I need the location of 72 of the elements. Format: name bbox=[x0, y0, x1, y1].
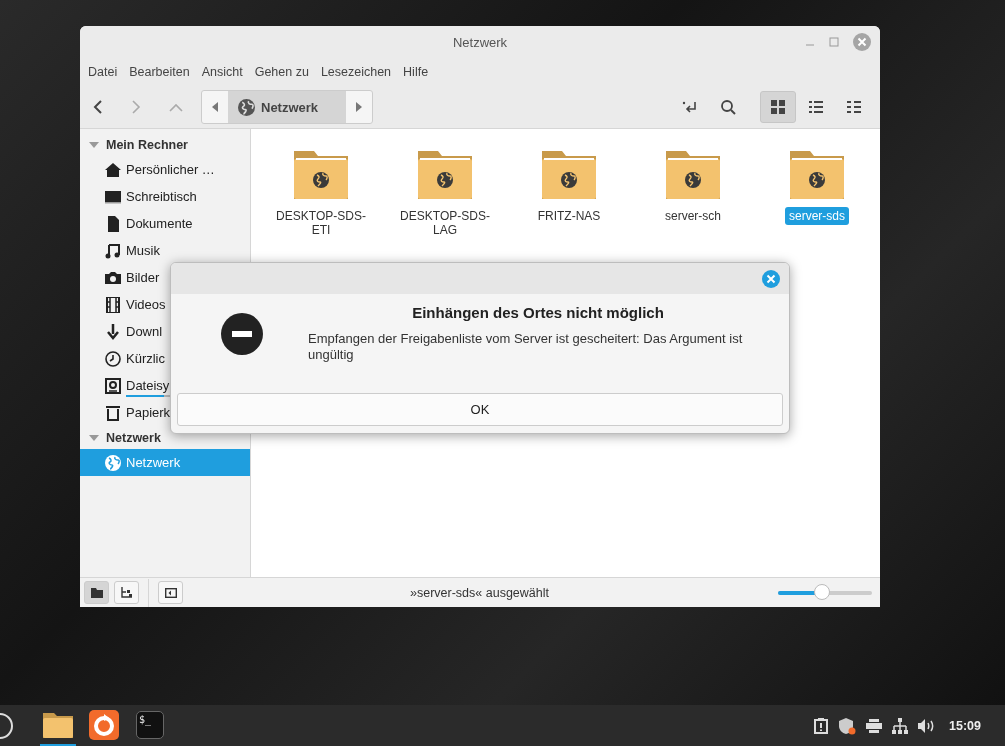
toggle-sidebar-button[interactable] bbox=[158, 581, 183, 604]
zoom-slider[interactable] bbox=[776, 583, 874, 602]
browser-icon bbox=[89, 709, 119, 740]
sidebar-mode-button[interactable] bbox=[84, 581, 109, 604]
down-arrow-icon bbox=[105, 323, 121, 340]
taskbar-app[interactable]: $_ bbox=[132, 705, 168, 746]
sidebar-item[interactable]: Videos bbox=[80, 291, 250, 318]
house-icon bbox=[105, 161, 121, 178]
list-icon bbox=[809, 100, 823, 114]
clock-icon bbox=[105, 350, 121, 367]
desktop-icon bbox=[105, 188, 121, 205]
music-icon bbox=[105, 242, 121, 259]
dialog-message: Empfangen der Freigabenliste vom Server ist gescheitert: Das Argument ist ungültig bbox=[308, 331, 744, 363]
grid-icon bbox=[771, 100, 785, 114]
sidebar-item[interactable]: Persönlicher … bbox=[80, 156, 250, 183]
folder-icon bbox=[43, 711, 73, 738]
status-text: »server-sds« ausgewählt bbox=[409, 585, 550, 600]
menu-item[interactable]: Gehen zu bbox=[248, 65, 315, 79]
error-icon bbox=[221, 313, 263, 355]
file-name[interactable]: DESKTOP-SDS-LAG bbox=[389, 207, 501, 239]
network-folder-icon[interactable] bbox=[292, 149, 350, 201]
collapse-triangle-icon[interactable] bbox=[89, 139, 99, 150]
printer-icon[interactable] bbox=[866, 718, 882, 733]
network-folder-icon[interactable] bbox=[540, 149, 598, 201]
tree-icon bbox=[120, 587, 133, 598]
section-heading: Mein Rechner bbox=[106, 137, 188, 152]
path-button[interactable]: Netzwerk bbox=[228, 91, 347, 123]
ok-button[interactable]: OK bbox=[177, 393, 783, 426]
sidebar-item[interactable]: Downl bbox=[80, 318, 250, 345]
shield-icon[interactable] bbox=[838, 716, 856, 735]
clock[interactable]: 15:09 bbox=[949, 718, 981, 733]
toggle-location-icon[interactable] bbox=[682, 99, 698, 115]
network-folder-icon[interactable] bbox=[788, 149, 846, 201]
trash-icon bbox=[105, 404, 121, 421]
folder-icon bbox=[90, 587, 103, 598]
globe-icon bbox=[105, 454, 121, 471]
terminal-icon: $_ bbox=[136, 710, 164, 739]
menu-item[interactable]: Hilfe bbox=[397, 65, 435, 79]
film-icon bbox=[105, 296, 121, 313]
sidebar-item[interactable]: Musik bbox=[80, 237, 250, 264]
network-folder-icon[interactable] bbox=[664, 149, 722, 201]
menu-item[interactable]: Datei bbox=[82, 65, 124, 79]
file-name[interactable]: FRITZ-NAS bbox=[533, 207, 605, 225]
menu-item[interactable]: Ansicht bbox=[195, 65, 249, 79]
sidebar-item[interactable]: Kürzlic bbox=[80, 345, 250, 372]
globe-icon bbox=[238, 98, 255, 116]
network-icon[interactable] bbox=[892, 717, 908, 734]
compact-list-icon bbox=[847, 101, 861, 113]
close-icon[interactable] bbox=[762, 269, 780, 288]
file-name[interactable]: server-sch bbox=[661, 207, 725, 225]
sidebar-panel-icon bbox=[164, 587, 177, 598]
sidebar-mode-button[interactable] bbox=[114, 581, 139, 604]
sidebar-item[interactable]: Schreibtisch bbox=[80, 183, 250, 210]
search-icon[interactable] bbox=[720, 99, 736, 115]
clipboard-icon[interactable] bbox=[814, 717, 828, 734]
volume-icon[interactable] bbox=[918, 718, 935, 733]
network-folder-icon[interactable] bbox=[416, 149, 474, 201]
camera-icon bbox=[105, 269, 121, 286]
view-button[interactable] bbox=[760, 91, 796, 123]
drive-icon bbox=[105, 377, 121, 394]
collapse-triangle-icon[interactable] bbox=[89, 432, 99, 443]
menu-icon[interactable] bbox=[0, 710, 16, 741]
menu-item[interactable]: Bearbeiten bbox=[123, 65, 196, 79]
menu-item[interactable]: Lesezeichen bbox=[314, 65, 398, 79]
sidebar-item[interactable]: Dokumente bbox=[80, 210, 250, 237]
section-heading: Netzwerk bbox=[106, 430, 161, 445]
dialog-title: Einhängen des Ortes nicht möglich bbox=[411, 304, 665, 321]
window-title: Netzwerk bbox=[452, 34, 508, 50]
document-icon bbox=[105, 215, 121, 232]
file-name[interactable]: DESKTOP-SDS-ETI bbox=[265, 207, 377, 239]
back-icon[interactable] bbox=[92, 99, 104, 115]
sidebar-item[interactable]: Bilder bbox=[80, 264, 250, 291]
